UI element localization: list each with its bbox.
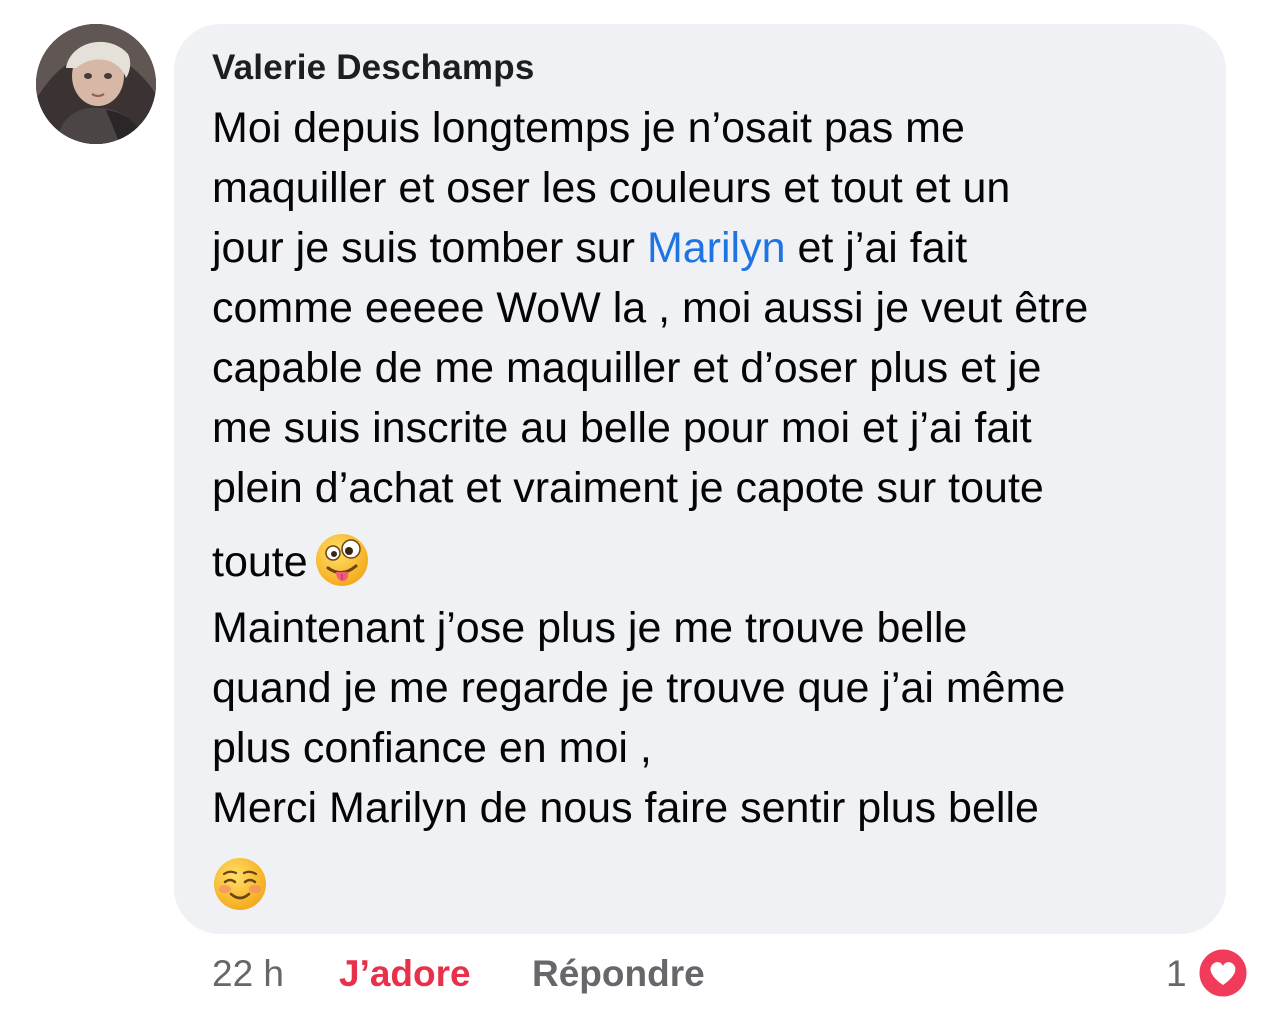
comment-line	[212, 838, 1212, 928]
reply-button[interactable]: Répondre	[532, 950, 705, 998]
comment-line: plein d’achat et vraiment je capote sur …	[212, 464, 1044, 512]
comment-line: capable de me maquiller et d’oser plus e…	[212, 344, 1042, 392]
avatar[interactable]	[36, 24, 156, 144]
comment-text: jour je suis tomber sur	[212, 224, 647, 272]
comment-line: Merci Marilyn de nous faire sentir plus …	[212, 784, 1039, 832]
comment-line: comme eeeee WoW la , moi aussi je veut ê…	[212, 284, 1089, 332]
comment-timestamp[interactable]: 22 h	[212, 950, 284, 998]
mention-link[interactable]: Marilyn	[647, 224, 786, 272]
comment-text: et j’ai fait	[785, 224, 968, 272]
comment-line: me suis inscrite au belle pour moi et j’…	[212, 404, 1032, 452]
comment-body: Moi depuis longtemps je n’osait pas me m…	[212, 98, 1212, 928]
comment-thread: Valerie Deschamps Moi depuis longtemps j…	[0, 0, 1284, 1014]
comment-line: jour je suis tomber sur Marilyn et j’ai …	[212, 218, 1212, 278]
zany-face-emoji	[314, 532, 370, 588]
smiling-face-emoji	[212, 856, 268, 912]
comment-line: toute	[212, 518, 1212, 598]
reaction-button[interactable]: J’adore	[339, 950, 471, 998]
heart-icon[interactable]	[1196, 946, 1250, 1000]
comment-line: quand je me regarde je trouve que j’ai m…	[212, 664, 1066, 712]
reaction-count[interactable]: 1	[1166, 950, 1187, 998]
comment-line: Moi depuis longtemps je n’osait pas me	[212, 104, 965, 152]
comment-line: plus confiance en moi ,	[212, 724, 652, 772]
comment-author-name[interactable]: Valerie Deschamps	[212, 48, 535, 88]
comment-text: toute	[212, 538, 308, 586]
comment-line: maquiller et oser les couleurs et tout e…	[212, 164, 1011, 212]
comment-line: Maintenant j’ose plus je me trouve belle	[212, 604, 968, 652]
